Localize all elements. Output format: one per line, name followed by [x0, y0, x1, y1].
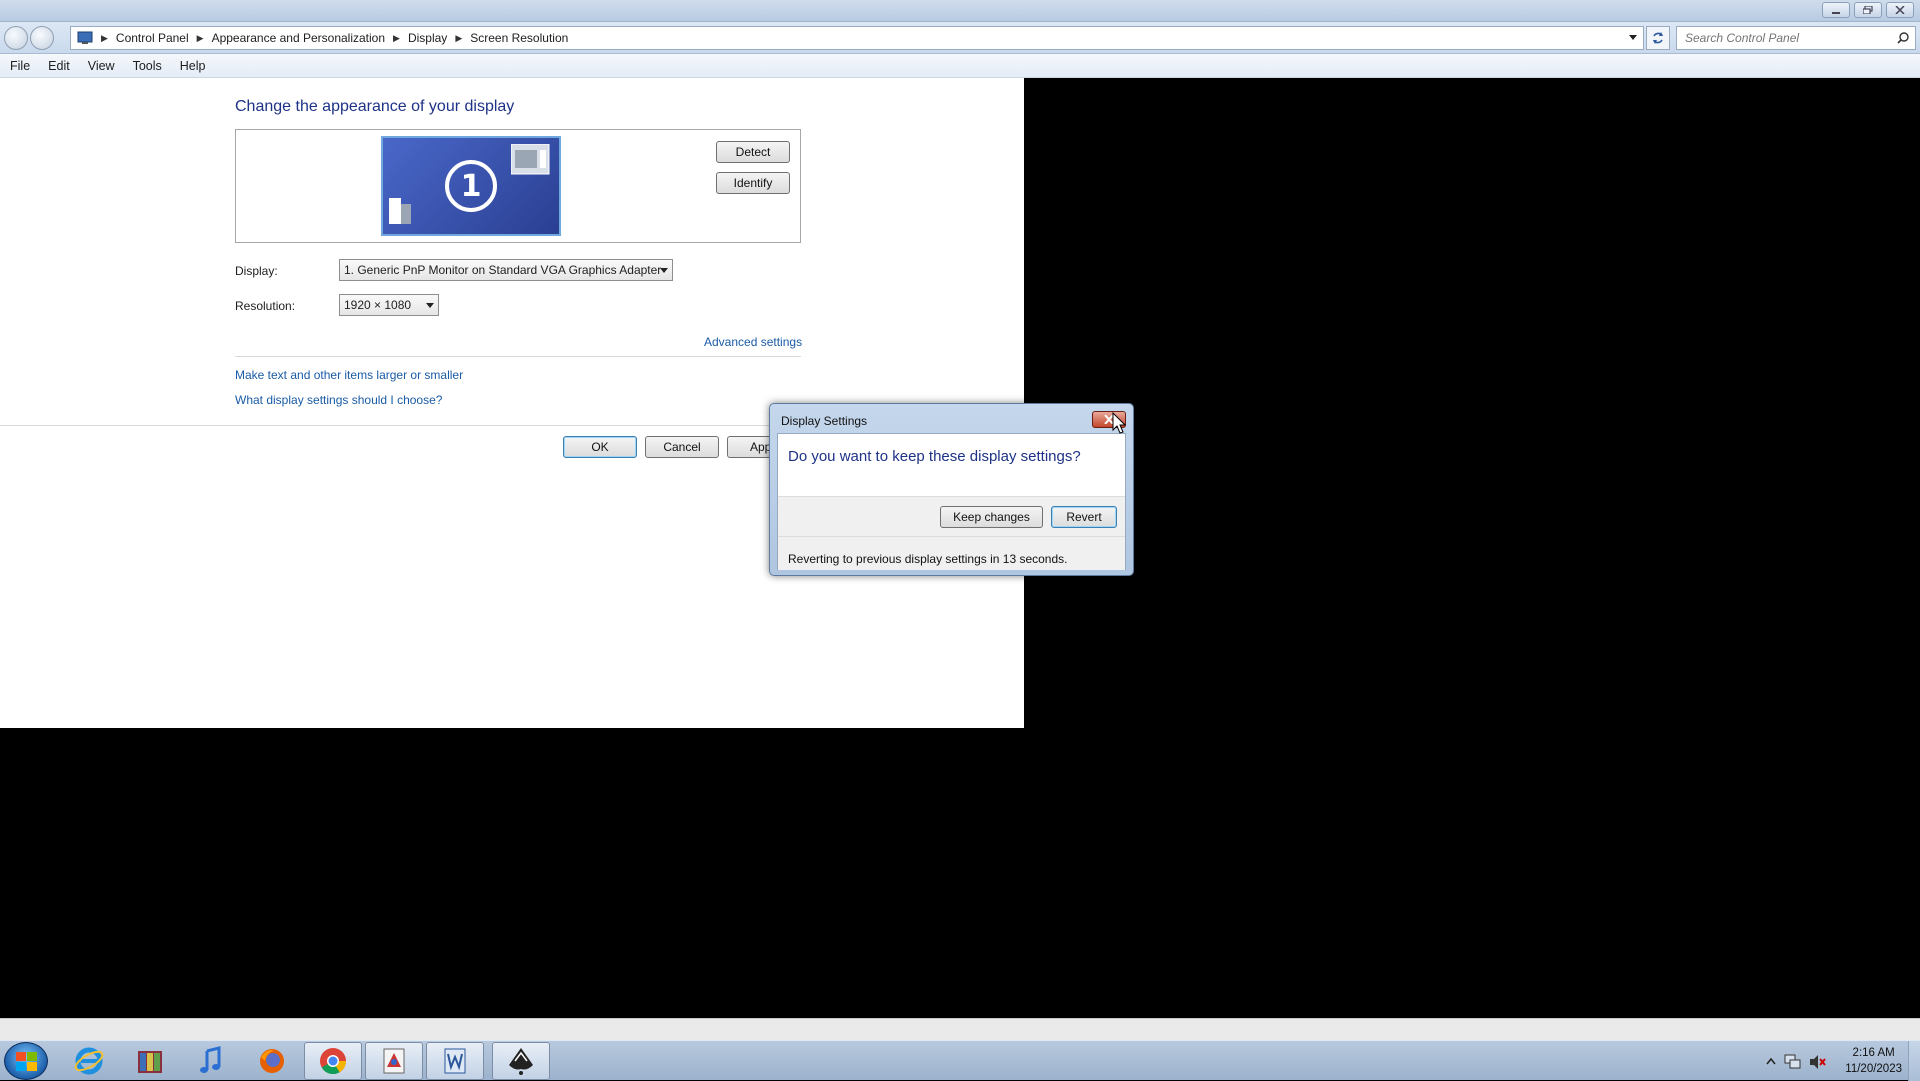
network-icon[interactable] [1784, 1054, 1802, 1070]
menu-file[interactable]: File [10, 59, 30, 73]
dialog-title: Display Settings [781, 414, 868, 428]
taskbar-itunes[interactable] [182, 1042, 240, 1080]
breadcrumb-screen-resolution[interactable]: Screen Resolution [470, 31, 568, 45]
desktop-gadget-icon [389, 198, 411, 224]
search-field[interactable] [1676, 26, 1916, 50]
address-field[interactable]: ▶ Control Panel ▶ Appearance and Persona… [70, 26, 1644, 50]
display-settings-dialog: Display Settings Do you want to keep the… [769, 403, 1134, 576]
breadcrumb-appearance[interactable]: Appearance and Personalization [212, 31, 385, 45]
monitor-number: 1 [445, 160, 497, 212]
chevron-right-icon[interactable]: ▶ [393, 33, 400, 44]
menu-bar: File Edit View Tools Help [0, 54, 1920, 78]
dialog-body: Do you want to keep these display settin… [777, 433, 1126, 570]
show-hidden-icons-icon[interactable] [1766, 1057, 1776, 1065]
breadcrumb-display[interactable]: Display [408, 31, 447, 45]
menu-view[interactable]: View [88, 59, 115, 73]
divider [778, 536, 1125, 537]
taskbar-file-archive[interactable] [121, 1042, 179, 1080]
display-label: Display: [235, 264, 278, 278]
minimize-button[interactable] [1822, 2, 1850, 18]
word-app-icon [444, 1048, 466, 1074]
revert-button[interactable]: Revert [1051, 506, 1117, 528]
search-input[interactable] [1677, 27, 1877, 49]
taskbar: 2:16 AM 11/20/2023 [0, 1040, 1920, 1081]
taskbar-internet-explorer[interactable] [60, 1042, 118, 1080]
monitor-preview-box: 1 Detect Identify [235, 129, 801, 243]
back-button[interactable] [4, 26, 28, 50]
identify-button[interactable]: Identify [716, 172, 790, 194]
window-titlebar [0, 0, 1920, 22]
clock-date: 11/20/2023 [1845, 1063, 1902, 1075]
chrome-icon [320, 1048, 347, 1075]
dropdown-arrow-icon [426, 303, 434, 308]
menu-help[interactable]: Help [180, 59, 206, 73]
itunes-icon [200, 1046, 221, 1073]
address-toolbar: ▶ Control Panel ▶ Appearance and Persona… [0, 22, 1920, 54]
refresh-icon [1653, 32, 1663, 44]
cancel-button[interactable]: Cancel [645, 436, 719, 458]
dropdown-arrow-icon [660, 268, 668, 273]
close-icon [1895, 6, 1905, 14]
divider [235, 356, 801, 357]
taskbar-word-app[interactable] [426, 1042, 484, 1080]
display-select-value: 1. Generic PnP Monitor on Standard VGA G… [344, 263, 662, 277]
status-strip [0, 1018, 1920, 1040]
firefox-icon [260, 1049, 284, 1073]
taskbar-clock[interactable]: 2:16 AM 11/20/2023 [1845, 1045, 1902, 1077]
chevron-right-icon[interactable]: ▶ [455, 33, 462, 44]
inkscape-app-icon [509, 1048, 533, 1075]
file-archive-icon [138, 1051, 162, 1073]
taskbar-firefox[interactable] [243, 1042, 301, 1080]
revert-countdown-text: Reverting to previous display settings i… [788, 552, 1068, 566]
breadcrumb-control-panel[interactable]: Control Panel [116, 31, 189, 45]
divider [0, 425, 790, 426]
chevron-right-icon: ▶ [101, 32, 108, 43]
show-desktop-button[interactable] [1908, 1041, 1920, 1081]
minimize-icon [1832, 12, 1840, 14]
start-button[interactable] [4, 1042, 48, 1080]
resolution-select-value: 1920 × 1080 [344, 298, 412, 312]
clock-time: 2:16 AM [1852, 1047, 1895, 1059]
mouse-cursor-icon [1112, 412, 1126, 434]
window-thumbnail-icon [511, 144, 550, 175]
menu-edit[interactable]: Edit [48, 59, 70, 73]
dropdown-arrow-icon[interactable] [1629, 35, 1637, 40]
display-select[interactable]: 1. Generic PnP Monitor on Standard VGA G… [339, 259, 673, 281]
paint-app-icon [383, 1048, 405, 1074]
detect-button[interactable]: Detect [716, 141, 790, 163]
monitor-1-thumbnail[interactable]: 1 [381, 136, 561, 236]
volume-muted-icon[interactable] [1808, 1053, 1826, 1071]
taskbar-paint-app[interactable] [365, 1042, 423, 1080]
resolution-select[interactable]: 1920 × 1080 [339, 294, 439, 316]
dialog-question: Do you want to keep these display settin… [788, 448, 1081, 465]
text-size-link[interactable]: Make text and other items larger or smal… [235, 368, 463, 382]
taskbar-inkscape-app[interactable] [492, 1042, 550, 1080]
menu-tools[interactable]: Tools [133, 59, 162, 73]
advanced-settings-link[interactable]: Advanced settings [704, 335, 802, 349]
windows-logo-icon [16, 1052, 37, 1071]
control-panel-icon [77, 31, 93, 44]
search-icon[interactable] [1897, 32, 1909, 44]
page-title: Change the appearance of your display [235, 98, 515, 115]
ok-button[interactable]: OK [563, 436, 637, 458]
restore-icon [1863, 6, 1873, 14]
resolution-label: Resolution: [235, 299, 296, 313]
internet-explorer-icon [74, 1047, 104, 1075]
restore-button[interactable] [1854, 2, 1882, 18]
refresh-button[interactable] [1646, 26, 1670, 50]
forward-button[interactable] [30, 26, 54, 50]
keep-changes-button[interactable]: Keep changes [940, 506, 1043, 528]
taskbar-chrome[interactable] [304, 1042, 362, 1080]
chevron-right-icon[interactable]: ▶ [197, 33, 204, 44]
dialog-button-bar: Keep changes Revert Reverting to previou… [778, 496, 1125, 570]
close-window-button[interactable] [1886, 2, 1914, 18]
display-settings-help-link[interactable]: What display settings should I choose? [235, 393, 442, 407]
